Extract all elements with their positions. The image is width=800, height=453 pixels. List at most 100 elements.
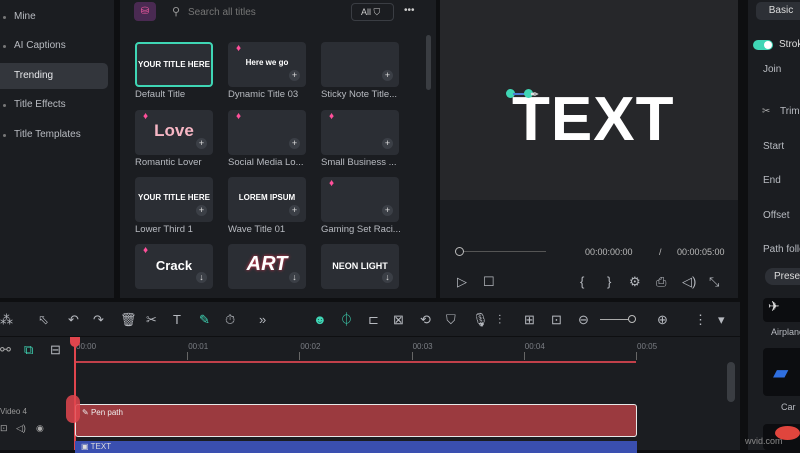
thumbnail-text: YOUR TITLE HERE xyxy=(137,193,210,202)
pen-cursor-icon: ✒ xyxy=(530,89,540,101)
sidebar-item-title-effects[interactable]: Title Effects xyxy=(0,92,108,118)
track-manager-icon[interactable]: ⊟ xyxy=(50,342,61,358)
undo-icon[interactable]: ↶ xyxy=(68,312,79,328)
download-icon[interactable]: ↓ xyxy=(196,272,207,283)
keyframe-marker[interactable] xyxy=(66,395,80,423)
more-options-button[interactable]: ••• xyxy=(404,5,415,16)
pen-tool-icon[interactable]: ✎ xyxy=(199,312,210,328)
title-card[interactable]: YOUR TITLE HERE xyxy=(135,42,213,87)
redo-icon[interactable]: ↷ xyxy=(93,312,104,328)
title-card-label: Dynamic Title 03 xyxy=(228,89,299,100)
add-icon[interactable]: + xyxy=(382,138,393,149)
select-icon[interactable]: ⬁ xyxy=(38,312,49,328)
add-icon[interactable]: + xyxy=(289,205,300,216)
zoom-in-icon[interactable]: ⊕ xyxy=(657,312,668,328)
speed-icon[interactable]: ⏱ xyxy=(225,312,235,328)
text-icon[interactable]: T xyxy=(173,312,181,328)
sidebar-item-title-templates[interactable]: Title Templates xyxy=(0,122,108,148)
more-tools-icon[interactable]: » xyxy=(259,312,266,328)
layout-icon[interactable]: ⁂ xyxy=(0,312,13,328)
playhead-handle[interactable] xyxy=(70,337,80,347)
replace-icon[interactable]: ⊞ xyxy=(524,312,535,328)
fit-icon[interactable]: ⊡ xyxy=(551,312,562,328)
crop-icon[interactable]: ⊏ xyxy=(368,312,379,328)
timeline-scrollbar[interactable] xyxy=(727,362,735,402)
add-icon[interactable]: + xyxy=(196,138,207,149)
mic-icon[interactable]: 🎙 xyxy=(472,312,489,328)
tab-basic[interactable]: Basic xyxy=(756,2,800,20)
title-card[interactable]: ♦ Love + xyxy=(135,110,213,155)
sidebar-item-ai-captions[interactable]: AI Captions xyxy=(0,33,108,59)
ai-title-icon[interactable]: ⛁ xyxy=(134,2,156,21)
premium-gem-icon: ♦ xyxy=(329,111,335,122)
zoom-out-icon[interactable]: ⊖ xyxy=(578,312,589,328)
sidebar-item-mine[interactable]: Mine xyxy=(0,4,108,30)
add-icon[interactable]: + xyxy=(382,70,393,81)
volume-icon[interactable]: ◁) xyxy=(682,274,696,290)
link-icon[interactable]: ⧉ xyxy=(24,342,33,358)
audio-icon[interactable]: ◁) xyxy=(16,423,26,434)
mixer-icon[interactable]: ⫶ xyxy=(498,312,501,328)
add-icon[interactable]: + xyxy=(196,205,207,216)
play-icon[interactable]: ▷ xyxy=(457,274,467,290)
presets-button[interactable]: Presets xyxy=(765,268,800,285)
title-card[interactable]: ART ↓ xyxy=(228,244,306,289)
label: Title Templates xyxy=(14,129,81,140)
add-icon[interactable]: + xyxy=(382,205,393,216)
stroke-toggle[interactable] xyxy=(753,40,773,50)
delete-icon[interactable]: 🗑 xyxy=(120,312,137,328)
title-card[interactable]: YOUR TITLE HERE + xyxy=(135,177,213,222)
grid-icon[interactable]: ⋮ xyxy=(694,312,707,328)
pen-path-clip[interactable]: ✎ Pen path xyxy=(75,404,637,437)
stroke-label: Stroke xyxy=(779,39,800,50)
unlink-icon[interactable]: ⚯ xyxy=(0,342,11,358)
cut-icon[interactable]: ✂ xyxy=(146,312,157,328)
title-card[interactable]: ♦ + xyxy=(321,110,399,155)
preset-airplane-thumb[interactable]: ✈ xyxy=(763,298,800,322)
title-card[interactable]: ♦ Crack ↓ xyxy=(135,244,213,289)
end-label: End xyxy=(763,175,781,186)
fullscreen-icon[interactable]: ⤡ xyxy=(709,274,719,290)
title-card-label: Social Media Lo... xyxy=(228,157,304,168)
dropdown-icon[interactable]: ▾ xyxy=(718,312,725,328)
offset-label: Offset xyxy=(763,210,790,221)
add-icon[interactable]: + xyxy=(289,138,300,149)
stop-icon[interactable]: ☐ xyxy=(483,274,495,290)
download-icon[interactable]: ↓ xyxy=(382,272,393,283)
preset-car-thumb[interactable]: ▰ xyxy=(763,348,800,396)
zoom-slider-handle[interactable] xyxy=(628,315,636,323)
time-separator: / xyxy=(659,247,662,257)
preview-canvas[interactable]: TEXT ✒ xyxy=(440,0,738,200)
title-card[interactable]: ♦ + xyxy=(321,177,399,222)
title-card[interactable]: NEON LIGHT ↓ xyxy=(321,244,399,289)
title-card[interactable]: ♦ + xyxy=(228,110,306,155)
text-clip[interactable]: ▣ TEXT xyxy=(75,441,637,453)
filter-label: All xyxy=(361,7,372,17)
ai-icon[interactable]: ☻ xyxy=(313,312,327,328)
zoom-slider[interactable] xyxy=(600,319,630,320)
reverse-icon[interactable]: ⟲ xyxy=(420,312,431,328)
scrubber-handle[interactable] xyxy=(455,247,464,256)
premium-gem-icon: ♦ xyxy=(143,245,149,256)
settings-icon[interactable]: ⚙ xyxy=(629,274,641,290)
snapshot-icon[interactable]: ⎙ xyxy=(656,274,666,290)
title-card[interactable]: ♦ Here we go + xyxy=(228,42,306,87)
download-icon[interactable]: ↓ xyxy=(289,272,300,283)
title-card[interactable]: LOREM IPSUM + xyxy=(228,177,306,222)
trim-icon: ✂ xyxy=(762,106,771,117)
title-card[interactable]: + xyxy=(321,42,399,87)
split-audio-icon[interactable]: ⏀ xyxy=(340,312,353,328)
visibility-icon[interactable]: ◉ xyxy=(36,423,44,434)
search-input[interactable] xyxy=(188,4,338,20)
mask-icon[interactable]: ⛉ xyxy=(446,312,456,328)
add-icon[interactable]: + xyxy=(289,70,300,81)
mark-out-icon[interactable]: } xyxy=(607,274,611,290)
filter-button[interactable]: All ⛉ xyxy=(351,3,394,21)
scrollbar[interactable] xyxy=(426,35,431,90)
image-icon[interactable]: ⊠ xyxy=(393,312,404,328)
mark-in-icon[interactable]: { xyxy=(580,274,584,290)
sidebar-item-trending[interactable]: Trending xyxy=(0,63,108,89)
preview-scrubber[interactable] xyxy=(459,251,546,252)
lock-icon[interactable]: ⊡ xyxy=(0,423,8,434)
preset-airplane-label: Airplane xyxy=(771,327,800,337)
